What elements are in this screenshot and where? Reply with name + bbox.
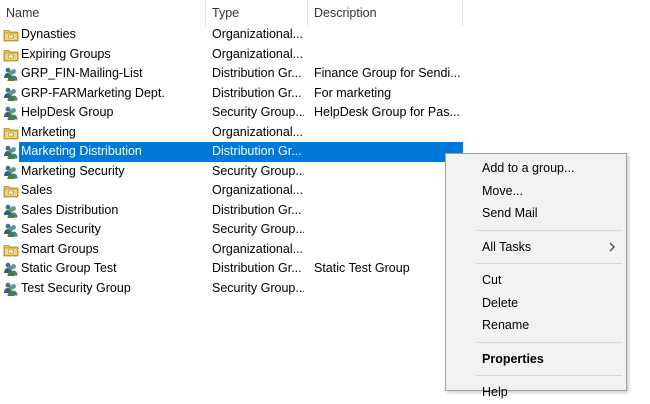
menu-separator [476,229,622,231]
menu-separator [476,341,622,343]
group-icon [3,164,19,180]
column-header-name[interactable]: Name [0,0,206,26]
row-type: Organizational... [212,124,304,139]
row-description [314,181,460,201]
menu-move[interactable]: Move... [447,180,625,202]
list-row[interactable]: HelpDesk Group Security Group... HelpDesk … [0,103,650,123]
ou-folder-icon [3,47,19,63]
row-description: Static Test Group [314,261,410,275]
menu-send-mail[interactable]: Send Mail [447,202,625,224]
row-name: Static Group Test [21,261,117,275]
list-row[interactable]: Dynasties Organizational... [0,25,650,45]
list-row[interactable]: GRP_FIN-Mailing-List Distribution Gr... Fi… [0,64,650,84]
row-description [314,25,460,45]
menu-all-tasks[interactable]: All Tasks [447,236,625,258]
menu-add-to-group[interactable]: Add to a group... [447,157,625,179]
row-name: GRP-FARMarketing Dept. [21,85,165,100]
ou-folder-icon [3,183,19,199]
menu-item-label: Delete [482,295,519,310]
menu-item-label: Move... [482,183,523,198]
list-header: Name Type Description [0,0,650,26]
row-type: Organizational... [212,241,304,256]
row-type: Distribution Gr... [212,202,302,217]
group-icon [3,86,19,102]
row-description [314,45,460,65]
context-menu: Add to a group... Move... Send Mail All Tas… [445,153,627,399]
ou-folder-icon [3,125,19,141]
row-type: Distribution Gr... [212,261,302,275]
group-icon [3,261,19,277]
row-type: Security Group... [212,280,304,295]
ou-folder-icon [3,242,19,258]
row-type: Distribution Gr... [212,66,302,80]
chevron-right-icon [608,236,616,265]
row-name: Test Security Group [21,280,131,295]
menu-item-label: Send Mail [482,206,538,220]
row-type: Organizational... [212,46,304,61]
column-header-type[interactable]: Type [206,0,308,26]
group-icon [3,105,19,121]
row-name: Marketing [21,124,76,139]
group-icon [3,203,19,219]
row-description [314,162,460,182]
row-description: Finance Group for Sendi... [314,66,460,80]
group-icon [3,66,19,82]
menu-item-label: Properties [482,351,544,366]
menu-cut[interactable]: Cut [447,269,625,291]
row-type: Security Group... [212,163,304,178]
row-name: Sales Security [21,222,101,236]
row-name: Smart Groups [21,241,99,256]
row-description [314,142,460,162]
row-type: Distribution Gr... [212,144,302,158]
row-type: Organizational... [212,27,304,41]
menu-item-label: Rename [482,318,530,332]
ou-folder-icon [3,27,19,43]
row-description [314,279,460,299]
row-name: Expiring Groups [21,46,111,61]
row-description: HelpDesk Group for Pas... [314,105,460,119]
row-name: Dynasties [21,27,76,41]
menu-separator [476,375,622,376]
list-row[interactable]: Marketing Organizational... [0,123,650,143]
menu-delete[interactable]: Delete [447,292,625,314]
row-name: GRP_FIN-Mailing-List [21,66,143,80]
row-name: HelpDesk Group [21,105,114,119]
row-description [314,123,460,143]
row-name: Marketing Security [21,163,125,178]
group-icon [3,281,19,297]
menu-properties[interactable]: Properties [447,348,625,370]
row-description [314,201,460,221]
menu-separator [476,263,622,264]
list-row[interactable]: GRP-FARMarketing Dept. Distribution Gr...… [0,84,650,104]
row-name: Sales [21,183,53,197]
row-description: For marketing [314,85,392,100]
menu-item-label: All Tasks [482,239,532,254]
row-name: Marketing Distribution [21,144,142,158]
row-type: Security Group... [212,222,304,236]
group-icon [3,144,19,160]
menu-help[interactable]: Help [447,381,625,403]
row-type: Security Group... [212,105,304,119]
menu-item-label: Cut [482,273,502,287]
list-row[interactable]: Expiring Groups Organizational... [0,45,650,65]
row-description [314,240,460,260]
row-name: Sales Distribution [21,202,119,217]
row-description [314,220,460,240]
menu-item-label: Add to a group... [482,161,575,175]
column-header-description[interactable]: Description [308,0,463,26]
menu-item-label: Help [482,385,508,399]
row-type: Distribution Gr... [212,85,302,100]
group-icon [3,222,19,238]
row-type: Organizational... [212,183,304,197]
menu-rename[interactable]: Rename [447,314,625,336]
